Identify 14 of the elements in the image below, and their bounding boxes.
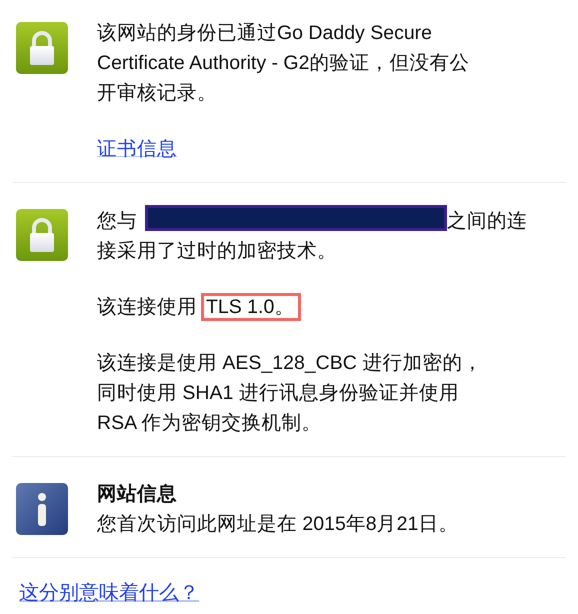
- paragraph: 该网站的身份已通过Go Daddy Secure Certificate Authority - G2的验证，但没有公 开审核记录。: [97, 21, 470, 106]
- padlock-icon: [16, 22, 68, 74]
- paragraph-text: 接采用了过时的加密技术。: [97, 239, 338, 264]
- paragraph-text: 您与: [97, 210, 137, 232]
- padlock-icon: [16, 209, 68, 261]
- highlighted-text: TLS 1.0。: [201, 293, 302, 321]
- paragraph: 该连接是使用 AES_128_CBC 进行加密的， 同时使用 SHA1 进行讯息身份验证并使用 RSA 作为密钥交换机制。: [97, 351, 484, 436]
- paragraph-text: 之间的连: [447, 210, 527, 232]
- help-link[interactable]: 这分别意味着什么？: [19, 582, 199, 604]
- paragraph: 您首次访问此网址是在 2015年8月21日。: [97, 512, 460, 537]
- section-title: 网站信息: [97, 482, 178, 507]
- info-icon: [16, 483, 68, 535]
- certificate-link[interactable]: 证书信息: [97, 138, 177, 160]
- paragraph-text: 该连接使用: [97, 296, 197, 318]
